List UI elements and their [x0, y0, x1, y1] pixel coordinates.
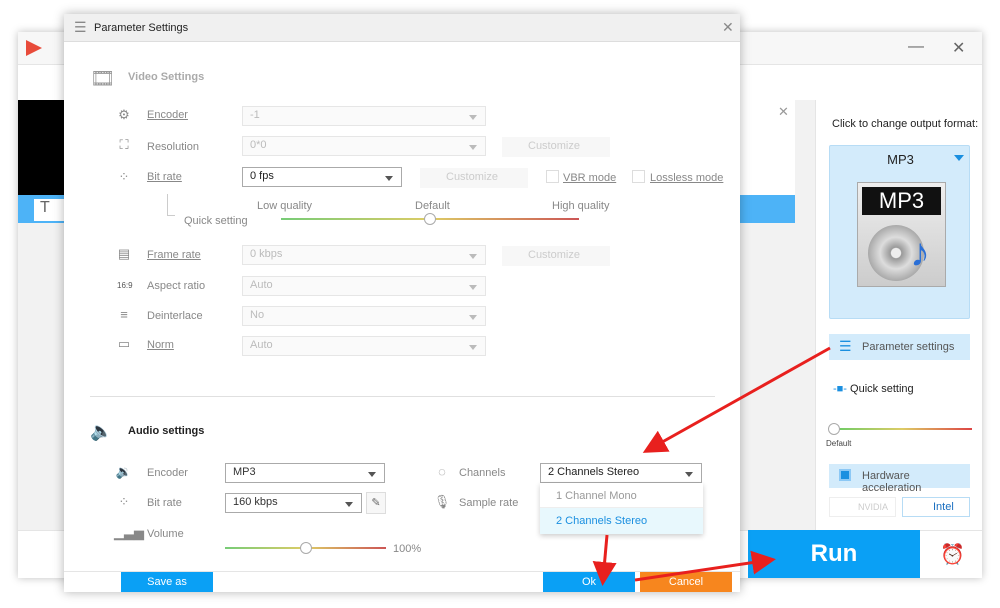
- arrow-to-ok: [592, 534, 617, 586]
- arrow-to-run: [634, 550, 776, 582]
- arrow-to-channels: [642, 346, 831, 453]
- annotation-arrows: [592, 346, 831, 586]
